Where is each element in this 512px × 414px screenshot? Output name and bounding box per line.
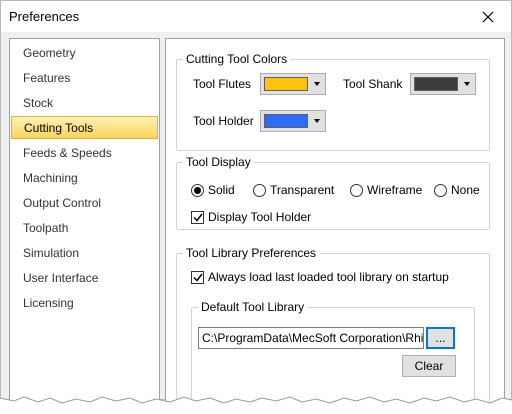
- title-bar: Preferences: [1, 1, 511, 32]
- nav-item-machining[interactable]: Machining: [11, 167, 158, 190]
- group-title: Default Tool Library: [198, 300, 308, 315]
- chevron-down-icon: [314, 82, 320, 86]
- display-tool-holder-label: Display Tool Holder: [208, 210, 312, 224]
- nav-item-features[interactable]: Features: [11, 67, 158, 90]
- tool-holder-color-dropdown[interactable]: [260, 110, 326, 132]
- radio-indicator[interactable]: [350, 183, 363, 197]
- tool-flutes-color-dropdown[interactable]: [260, 73, 326, 95]
- tool-flutes-label: Tool Flutes: [193, 77, 252, 91]
- nav-item-geometry[interactable]: Geometry: [11, 42, 158, 65]
- radio-label: Wireframe: [367, 183, 423, 197]
- tool-shank-label: Tool Shank: [343, 77, 403, 91]
- window-title: Preferences: [9, 9, 80, 24]
- tool-flutes-swatch: [264, 77, 308, 91]
- display-tool-holder-checkbox[interactable]: [191, 211, 204, 224]
- group-title: Tool Library Preferences: [183, 246, 320, 261]
- cutting-tool-colors-group: Cutting Tool Colors Tool Flutes Tool Sha…: [176, 52, 490, 151]
- chevron-down-icon: [464, 82, 470, 86]
- radio-label: Transparent: [270, 183, 335, 197]
- radio-label: Solid: [208, 183, 235, 197]
- tool-holder-swatch: [264, 114, 308, 128]
- radio-indicator[interactable]: [434, 183, 447, 197]
- nav-item-licensing[interactable]: Licensing: [11, 292, 158, 315]
- group-title: Cutting Tool Colors: [183, 52, 291, 67]
- always-load-label: Always load last loaded tool library on …: [208, 270, 449, 284]
- nav-item-cutting-tools[interactable]: Cutting Tools: [11, 116, 158, 139]
- nav-item-toolpath[interactable]: Toolpath: [11, 217, 158, 240]
- radio-label: None: [451, 183, 480, 197]
- radio-indicator[interactable]: [253, 183, 266, 197]
- nav-item-simulation[interactable]: Simulation: [11, 242, 158, 265]
- nav-item-user-interface[interactable]: User Interface: [11, 267, 158, 290]
- nav-item-feeds-speeds[interactable]: Feeds & Speeds: [11, 142, 158, 165]
- tool-shank-swatch: [414, 77, 458, 91]
- tool-display-group: Tool Display Solid Transparent Wireframe…: [176, 155, 490, 230]
- settings-panel: Cutting Tool Colors Tool Flutes Tool Sha…: [165, 38, 505, 413]
- checkmark-icon: [192, 273, 203, 282]
- tool-holder-label: Tool Holder: [193, 114, 254, 128]
- radio-wireframe[interactable]: Wireframe: [350, 183, 422, 197]
- clear-button[interactable]: Clear: [402, 355, 456, 377]
- chevron-down-icon: [314, 119, 320, 123]
- radio-solid[interactable]: Solid: [191, 183, 235, 197]
- nav-item-stock[interactable]: Stock: [11, 92, 158, 115]
- group-title: Tool Display: [183, 155, 254, 170]
- category-list[interactable]: Geometry Features Stock Cutting Tools Fe…: [9, 38, 160, 408]
- nav-item-output-control[interactable]: Output Control: [11, 192, 158, 215]
- browse-button[interactable]: ...: [426, 327, 455, 349]
- always-load-checkbox[interactable]: [191, 271, 204, 284]
- tool-shank-color-dropdown[interactable]: [410, 73, 476, 95]
- checkmark-icon: [192, 213, 203, 222]
- preferences-dialog: Preferences Geometry Features Stock Cutt…: [0, 0, 512, 413]
- radio-none[interactable]: None: [434, 183, 480, 197]
- close-button[interactable]: [465, 1, 511, 32]
- close-icon: [482, 11, 494, 22]
- library-path-input[interactable]: C:\ProgramData\MecSoft Corporation\Rhino…: [198, 327, 424, 349]
- radio-indicator[interactable]: [191, 183, 204, 197]
- radio-transparent[interactable]: Transparent: [253, 183, 334, 197]
- torn-edge: [0, 396, 512, 414]
